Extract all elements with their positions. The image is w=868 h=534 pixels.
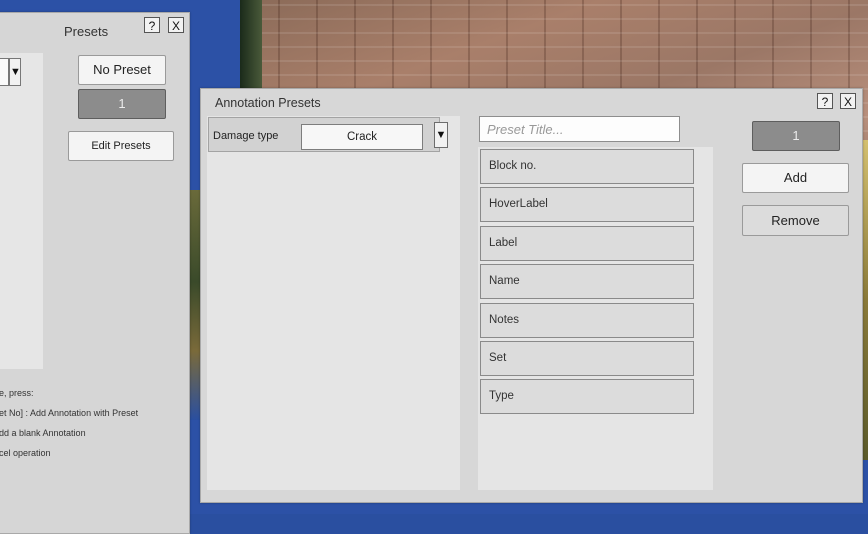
presets-window-title: Presets	[64, 24, 109, 39]
dropdown-arrow-icon[interactable]: ▼	[434, 122, 448, 148]
preset-field-row: Damage type Crack ▼	[208, 117, 448, 152]
preset-title-input[interactable]	[479, 116, 680, 142]
key-button-label[interactable]: Label	[480, 226, 694, 261]
annotation-presets-title: Annotation Presets	[215, 96, 321, 110]
help-line: cel operation	[0, 448, 51, 458]
preset-fields-panel	[207, 116, 460, 490]
field-value-dropdown[interactable]: Crack	[301, 124, 423, 150]
presets-close-button[interactable]: X	[168, 17, 184, 33]
presets-list-area	[0, 53, 43, 369]
edit-presets-button[interactable]: Edit Presets	[68, 131, 174, 161]
annotation-help-button[interactable]: ?	[817, 93, 833, 109]
key-button-block-no[interactable]: Block no.	[480, 149, 694, 184]
key-button-name[interactable]: Name	[480, 264, 694, 299]
help-line: e, press:	[0, 388, 34, 398]
preset-number-button[interactable]: 1	[752, 121, 840, 151]
help-line: et No] : Add Annotation with Preset	[0, 408, 139, 418]
annotation-presets-window: Annotation Presets ? X Damage type Crack…	[200, 88, 863, 503]
presets-select-field[interactable]	[0, 58, 9, 86]
key-button-hoverlabel[interactable]: HoverLabel	[480, 187, 694, 222]
preset-number-button[interactable]: 1	[78, 89, 166, 119]
field-label: Damage type	[213, 130, 279, 142]
key-button-notes[interactable]: Notes	[480, 303, 694, 338]
help-line: dd a blank Annotation	[0, 428, 86, 438]
no-preset-button[interactable]: No Preset	[78, 55, 166, 85]
key-button-type[interactable]: Type	[480, 379, 694, 414]
key-button-set[interactable]: Set	[480, 341, 694, 376]
add-button[interactable]: Add	[742, 163, 849, 193]
remove-button[interactable]: Remove	[742, 205, 849, 236]
annotation-close-button[interactable]: X	[840, 93, 856, 109]
presets-help-button[interactable]: ?	[144, 17, 160, 33]
presets-dropdown-arrow-icon[interactable]: ▼	[9, 58, 21, 86]
presets-window: Presets ? X ▼ No Preset 1 Edit Presets e…	[0, 12, 190, 534]
